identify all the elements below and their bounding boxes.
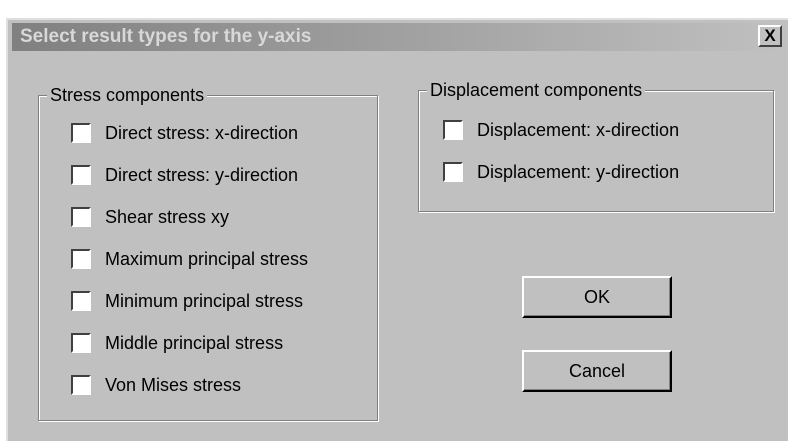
ok-button[interactable]: OK <box>522 276 672 318</box>
checkbox-box[interactable] <box>443 120 463 140</box>
checkbox-direct-stress-x[interactable]: Direct stress: x-direction <box>71 122 298 144</box>
checkbox-label: Displacement: x-direction <box>477 120 680 140</box>
displacement-components-group: Displacement components Displacement: x-… <box>418 79 774 212</box>
checkbox-box[interactable] <box>71 291 91 311</box>
checkbox-label: Displacement: y-direction <box>477 162 680 182</box>
checkbox-middle-principal-stress[interactable]: Middle principal stress <box>71 332 283 354</box>
checkbox-shear-stress-xy[interactable]: Shear stress xy <box>71 206 229 228</box>
checkbox-box[interactable] <box>71 165 91 185</box>
stress-components-legend: Stress components <box>47 84 208 106</box>
checkbox-label: Maximum principal stress <box>105 249 309 269</box>
checkbox-maximum-principal-stress[interactable]: Maximum principal stress <box>71 248 308 270</box>
checkbox-displacement-y[interactable]: Displacement: y-direction <box>443 161 679 183</box>
title-bar[interactable]: Select result types for the y-axis X <box>12 23 784 51</box>
checkbox-box[interactable] <box>71 333 91 353</box>
checkbox-label: Von Mises stress <box>105 375 242 395</box>
checkbox-von-mises-stress[interactable]: Von Mises stress <box>71 374 241 396</box>
cancel-button[interactable]: Cancel <box>522 350 672 392</box>
close-icon: X <box>764 26 776 45</box>
close-button[interactable]: X <box>758 25 782 47</box>
checkbox-minimum-principal-stress[interactable]: Minimum principal stress <box>71 290 303 312</box>
window-title: Select result types for the y-axis <box>20 26 312 47</box>
checkbox-box[interactable] <box>71 249 91 269</box>
checkbox-box[interactable] <box>71 207 91 227</box>
checkbox-label: Direct stress: x-direction <box>105 123 299 143</box>
checkbox-box[interactable] <box>443 162 463 182</box>
stress-components-group: Stress components Direct stress: x-direc… <box>38 84 378 421</box>
checkbox-displacement-x[interactable]: Displacement: x-direction <box>443 119 679 141</box>
dialog-window: Select result types for the y-axis X Str… <box>6 18 788 441</box>
checkbox-direct-stress-y[interactable]: Direct stress: y-direction <box>71 164 298 186</box>
checkbox-box[interactable] <box>71 123 91 143</box>
checkbox-label: Minimum principal stress <box>105 291 304 311</box>
displacement-components-legend: Displacement components <box>427 79 646 101</box>
checkbox-box[interactable] <box>71 375 91 395</box>
checkbox-label: Middle principal stress <box>105 333 284 353</box>
checkbox-label: Direct stress: y-direction <box>105 165 299 185</box>
checkbox-label: Shear stress xy <box>105 207 230 227</box>
